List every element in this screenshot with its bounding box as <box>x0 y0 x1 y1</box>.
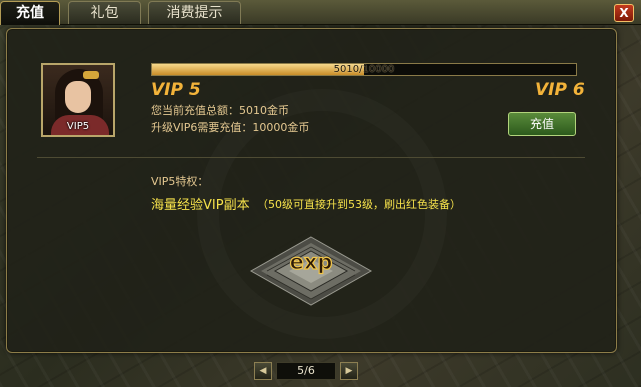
tab-spending-tips[interactable]: 消费提示 <box>148 1 241 24</box>
privilege-title: VIP5特权： <box>151 175 209 188</box>
pagination: ◀ 5/6 ▶ <box>254 362 360 380</box>
left-triangle-icon: ◀ <box>259 366 267 376</box>
vip-progress-bar: 5010/10000 <box>151 63 577 76</box>
exp-label: exp <box>290 250 333 274</box>
tab-recharge[interactable]: 充值 <box>0 1 60 25</box>
recharge-button[interactable]: 充值 <box>508 112 576 136</box>
tab-gift-pack[interactable]: 礼包 <box>68 1 141 24</box>
total-recharge-text: 您当前充值总额：5010金币 <box>151 104 289 117</box>
next-page-button[interactable]: ▶ <box>340 362 358 380</box>
avatar-vip-tag: VIP5 <box>66 121 90 132</box>
previous-page-button[interactable]: ◀ <box>254 362 272 380</box>
current-vip-level: VIP 5 <box>151 80 201 100</box>
divider <box>37 157 585 158</box>
exp-dungeon-icon: exp <box>249 236 373 306</box>
avatar: VIP5 <box>41 63 115 137</box>
close-button[interactable]: X <box>614 4 634 22</box>
privilege-main: 海量经验VIP副本 <box>151 198 250 213</box>
privilege-note: （50级可直接升到53级，刷出红色装备） <box>257 198 461 211</box>
top-tab-bar: 充值 礼包 消费提示 X <box>0 0 641 25</box>
right-triangle-icon: ▶ <box>345 366 353 376</box>
page-indicator: 5/6 <box>276 362 336 380</box>
vip-progress-text: 5010/10000 <box>333 64 395 75</box>
vip-panel: VIP5 5010/10000 VIP 5 VIP 6 您当前充值总额：5010… <box>6 28 617 353</box>
upgrade-requirement-text: 升级VIP6需要充值：10000金币 <box>151 121 310 134</box>
next-vip-level: VIP 6 <box>535 80 585 100</box>
